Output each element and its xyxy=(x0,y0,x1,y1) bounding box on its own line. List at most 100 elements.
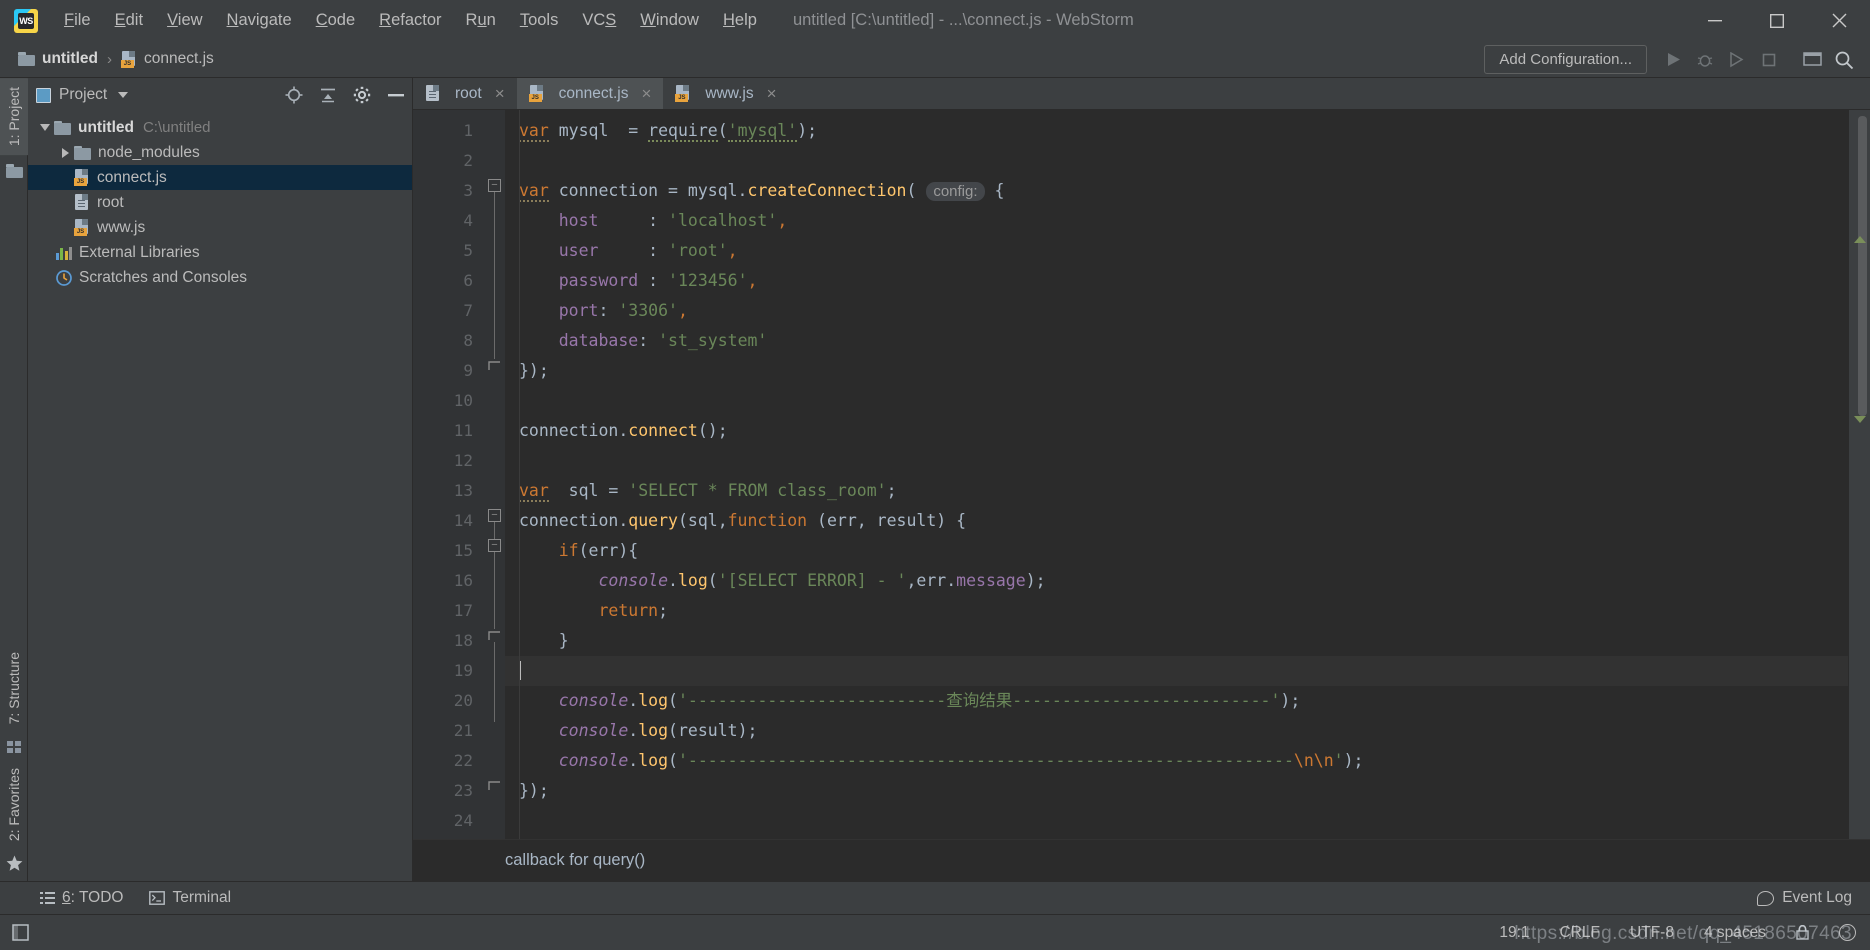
tree-item-scratches[interactable]: Scratches and Consoles xyxy=(28,265,412,290)
code-line-7[interactable]: port: '3306', xyxy=(505,296,1848,326)
caret-position[interactable]: 19:1 xyxy=(1499,924,1529,942)
menu-item-file[interactable]: File xyxy=(52,8,103,33)
rail-structure-label: 7: Structure xyxy=(6,652,22,725)
collapse-all-button[interactable] xyxy=(318,85,338,105)
code-line-2[interactable] xyxy=(505,146,1848,176)
close-button[interactable] xyxy=(1808,0,1870,41)
code-line-16[interactable]: console.log('[SELECT ERROR] - ',err.mess… xyxy=(505,566,1848,596)
code-line-17[interactable]: return; xyxy=(505,596,1848,626)
twisty-collapsed-icon[interactable] xyxy=(56,147,74,158)
fold-end-line-23[interactable] xyxy=(488,779,501,792)
tab-connect-js[interactable]: JS connect.js × xyxy=(516,78,664,109)
search-button[interactable] xyxy=(1829,45,1859,75)
code-line-5[interactable]: user : 'root', xyxy=(505,236,1848,266)
menu-item-code[interactable]: Code xyxy=(304,8,367,33)
tree-item-node-modules[interactable]: node_modules xyxy=(28,140,412,165)
menu-item-view[interactable]: View xyxy=(155,8,214,33)
code-line-15[interactable]: if(err){ xyxy=(505,536,1848,566)
editor-scrollbar[interactable] xyxy=(1848,110,1870,839)
code-line-22[interactable]: console.log('---------------------------… xyxy=(505,746,1848,776)
rail-folder-icon-wrap[interactable] xyxy=(0,155,28,179)
panel-settings-button[interactable] xyxy=(352,85,372,105)
lock-icon[interactable] xyxy=(1796,924,1809,940)
tree-item-untitled[interactable]: untitled C:\untitled xyxy=(28,115,412,140)
menu-item-navigate[interactable]: Navigate xyxy=(215,8,304,33)
fold-marker-line-3[interactable]: − xyxy=(488,179,501,192)
menu-item-edit[interactable]: Edit xyxy=(103,8,155,33)
sidebar-item-favorites[interactable]: 2: Favorites xyxy=(1,759,27,850)
code-line-9[interactable]: }); xyxy=(505,356,1848,386)
indent-setting[interactable]: 4 spaces xyxy=(1704,924,1766,942)
menu-item-run[interactable]: Run xyxy=(454,8,508,33)
search-everywhere-button[interactable] xyxy=(1797,45,1827,75)
file-encoding[interactable]: UTF-8 xyxy=(1630,924,1674,942)
menu-item-refactor[interactable]: Refactor xyxy=(367,8,453,33)
close-icon[interactable]: × xyxy=(641,85,651,102)
tree-item-external-libraries[interactable]: External Libraries xyxy=(28,240,412,265)
toggle-tool-windows-button[interactable] xyxy=(10,923,32,943)
menu-item-vcs[interactable]: VCS xyxy=(570,8,628,33)
tree-item-connect-js[interactable]: JS connect.js xyxy=(28,165,412,190)
code-line-4[interactable]: host : 'localhost', xyxy=(505,206,1848,236)
line-number: 13 xyxy=(453,481,473,500)
twisty-expanded-icon[interactable] xyxy=(36,124,54,131)
fold-end-line-9[interactable] xyxy=(488,359,501,372)
stop-button[interactable] xyxy=(1754,45,1784,75)
code-line-20[interactable]: console.log('--------------------------查… xyxy=(505,686,1848,716)
code-line-14[interactable]: connection.query(sql,function (err, resu… xyxy=(505,506,1848,536)
line-separator[interactable]: CRLF xyxy=(1560,924,1600,942)
code-line-12[interactable] xyxy=(505,446,1848,476)
fold-marker-line-15[interactable]: − xyxy=(488,539,501,552)
hide-panel-button[interactable] xyxy=(386,85,406,105)
tab-root[interactable]: root × xyxy=(413,78,517,109)
tool-window-terminal[interactable]: Terminal xyxy=(149,889,231,907)
code-line-8[interactable]: database: 'st_system' xyxy=(505,326,1848,356)
close-icon[interactable]: × xyxy=(495,85,505,102)
debug-button[interactable] xyxy=(1690,45,1720,75)
menu-item-help[interactable]: Help xyxy=(711,8,769,33)
tree-item-root[interactable]: root xyxy=(28,190,412,215)
search-icon xyxy=(1835,51,1854,69)
code-line-6[interactable]: password : '123456', xyxy=(505,266,1848,296)
sidebar-item-structure[interactable]: 7: Structure xyxy=(1,643,27,733)
fold-line-3 xyxy=(494,192,495,362)
close-icon[interactable]: × xyxy=(767,85,777,102)
scrollbar-thumb[interactable] xyxy=(1858,116,1867,416)
minimize-button[interactable] xyxy=(1684,0,1746,41)
code-text-area[interactable]: var mysql = require('mysql'); var connec… xyxy=(505,110,1848,839)
project-panel-title-group[interactable]: Project xyxy=(36,86,129,104)
code-line-13[interactable]: var sql = 'SELECT * FROM class_room'; xyxy=(505,476,1848,506)
hector-icon[interactable] xyxy=(1839,924,1856,941)
menu-item-window[interactable]: Window xyxy=(628,8,711,33)
event-log-button[interactable]: Event Log xyxy=(1757,889,1852,907)
line-number: 9 xyxy=(463,361,473,380)
fold-marker-line-14[interactable]: − xyxy=(488,509,501,522)
maximize-button[interactable] xyxy=(1746,0,1808,41)
breadcrumb-separator: › xyxy=(106,50,112,68)
tab-www-js[interactable]: JS www.js × xyxy=(663,78,788,109)
select-opened-file-button[interactable] xyxy=(284,85,304,105)
code-line-18[interactable]: } xyxy=(505,626,1848,656)
fold-end-line-18[interactable] xyxy=(488,629,501,642)
code-folding-gutter[interactable]: − − − xyxy=(485,110,505,839)
code-line-24[interactable] xyxy=(505,806,1848,836)
tool-window-todo[interactable]: 6: TODO xyxy=(40,889,123,907)
code-line-3[interactable]: var connection = mysql.createConnection(… xyxy=(505,176,1848,206)
chevron-down-icon[interactable] xyxy=(118,92,129,98)
run-button[interactable] xyxy=(1658,45,1688,75)
breadcrumb-file[interactable]: JS connect.js xyxy=(117,48,218,70)
add-configuration-button[interactable]: Add Configuration... xyxy=(1484,45,1647,74)
code-editor[interactable]: 1 2 3 4 5 6 7 8 9 10 11 12 13 14 15 16 1 xyxy=(413,110,1870,839)
menu-item-tools[interactable]: Tools xyxy=(508,8,571,33)
code-line-19[interactable] xyxy=(505,656,1848,686)
tree-item-www-js[interactable]: JS www.js xyxy=(28,215,412,240)
breadcrumb-project[interactable]: untitled xyxy=(14,48,102,70)
code-line-11[interactable]: connection.connect(); xyxy=(505,416,1848,446)
code-line-23[interactable]: }); xyxy=(505,776,1848,806)
code-line-1[interactable]: var mysql = require('mysql'); xyxy=(505,116,1848,146)
code-line-21[interactable]: console.log(result); xyxy=(505,716,1848,746)
run-with-coverage-button[interactable] xyxy=(1722,45,1752,75)
sidebar-item-project[interactable]: 1: Project xyxy=(0,78,28,156)
event-log-icon xyxy=(1757,890,1775,906)
code-line-10[interactable] xyxy=(505,386,1848,416)
